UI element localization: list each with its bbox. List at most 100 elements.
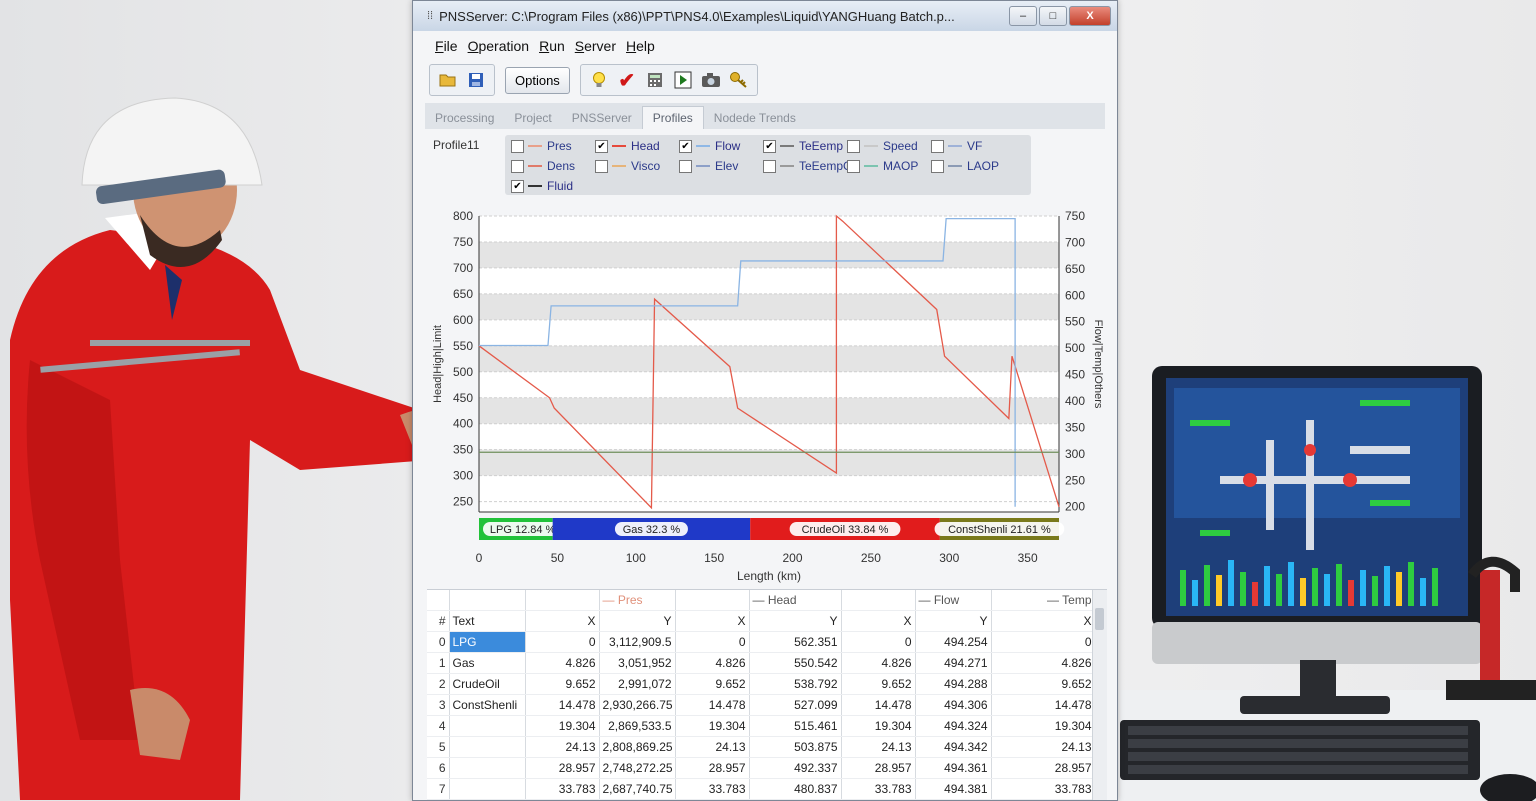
table-cell[interactable]: 7 — [427, 778, 450, 800]
table-cell[interactable]: 1 — [427, 652, 450, 674]
play-icon[interactable] — [672, 69, 694, 91]
legend-checkbox[interactable] — [595, 159, 608, 173]
legend-checkbox[interactable] — [847, 159, 860, 173]
table-cell[interactable]: 515.461 — [749, 715, 842, 737]
table-cell[interactable]: 3 — [427, 694, 450, 716]
tab-profiles[interactable]: Profiles — [641, 106, 704, 129]
legend-checkbox[interactable] — [679, 159, 692, 173]
table-cell[interactable]: 6 — [427, 757, 450, 779]
legend-item-speed[interactable]: Speed — [847, 139, 918, 153]
legend-item-head[interactable]: ✔ Head — [595, 139, 660, 153]
column-header[interactable]: X — [525, 610, 600, 632]
table-cell[interactable]: 480.837 — [749, 778, 842, 800]
legend-checkbox[interactable]: ✔ — [679, 139, 692, 153]
table-cell[interactable]: 19.304 — [675, 715, 750, 737]
table-cell[interactable]: 33.783 — [525, 778, 600, 800]
table-cell[interactable]: 4.826 — [841, 652, 916, 674]
table-cell[interactable]: 14.478 — [991, 694, 1096, 716]
table-cell[interactable]: 4 — [427, 715, 450, 737]
column-header[interactable]: X — [841, 610, 916, 632]
table-cell[interactable]: 5 — [427, 736, 450, 758]
menu-run[interactable]: Run — [539, 38, 565, 54]
tab-pnsserver[interactable]: PNSServer — [562, 107, 642, 129]
folder-open-icon[interactable] — [437, 69, 459, 91]
table-cell[interactable]: 494.342 — [915, 736, 992, 758]
table-row[interactable]: 3 ConstShenli 14.478 2,930,266.75 14.478 527.… — [427, 694, 1096, 716]
legend-item-pres[interactable]: Pres — [511, 139, 572, 153]
table-cell[interactable]: 19.304 — [525, 715, 600, 737]
table-cell[interactable]: 494.271 — [915, 652, 992, 674]
table-row[interactable]: 0 LPG 0 3,112,909.5 0 562.351 0 494.254 0 — [427, 631, 1096, 653]
legend-item-dens[interactable]: Dens — [511, 159, 575, 173]
table-cell[interactable]: 9.652 — [675, 673, 750, 695]
legend-item-teeemp[interactable]: ✔ TeEemp — [763, 139, 843, 153]
column-header[interactable]: # — [427, 610, 450, 632]
table-cell[interactable]: 14.478 — [675, 694, 750, 716]
legend-checkbox[interactable]: ✔ — [763, 139, 776, 153]
key-icon[interactable] — [728, 69, 750, 91]
table-cell[interactable]: 562.351 — [749, 631, 842, 653]
table-cell[interactable]: 4.826 — [991, 652, 1096, 674]
tab-nodede-trends[interactable]: Nodede Trends — [704, 107, 806, 129]
table-cell[interactable]: 9.652 — [525, 673, 600, 695]
column-header[interactable]: X — [991, 610, 1096, 632]
table-row[interactable]: 1 Gas 4.826 3,051,952 4.826 550.542 4.826 494.2… — [427, 652, 1096, 674]
column-header[interactable]: Text — [449, 610, 526, 632]
table-cell[interactable]: 33.783 — [841, 778, 916, 800]
scrollbar-thumb[interactable] — [1095, 608, 1104, 630]
table-cell[interactable]: 24.13 — [675, 736, 750, 758]
calculator-icon[interactable] — [644, 69, 666, 91]
row-text-cell[interactable] — [449, 778, 526, 800]
column-header[interactable]: Y — [749, 610, 842, 632]
table-cell[interactable]: 0 — [841, 631, 916, 653]
column-header[interactable]: Y — [599, 610, 676, 632]
row-text-cell[interactable]: Gas — [449, 652, 526, 674]
table-cell[interactable]: 4.826 — [675, 652, 750, 674]
table-cell[interactable]: 28.957 — [841, 757, 916, 779]
table-cell[interactable]: 24.13 — [841, 736, 916, 758]
table-cell[interactable]: 14.478 — [841, 694, 916, 716]
legend-checkbox[interactable]: ✔ — [511, 179, 524, 193]
table-cell[interactable]: 494.288 — [915, 673, 992, 695]
row-text-cell[interactable] — [449, 736, 526, 758]
menu-operation[interactable]: Operation — [468, 38, 529, 54]
table-cell[interactable]: 9.652 — [841, 673, 916, 695]
table-cell[interactable]: 494.324 — [915, 715, 992, 737]
row-text-cell[interactable]: LPG — [449, 631, 526, 653]
tab-processing[interactable]: Processing — [425, 107, 504, 129]
legend-item-laop[interactable]: LAOP — [931, 159, 999, 173]
column-header[interactable]: Y — [915, 610, 992, 632]
legend-item-fluid[interactable]: ✔ Fluid — [511, 179, 573, 193]
table-cell[interactable]: 9.652 — [991, 673, 1096, 695]
legend-checkbox[interactable] — [511, 159, 524, 173]
table-cell[interactable]: 24.13 — [525, 736, 600, 758]
table-cell[interactable]: 19.304 — [991, 715, 1096, 737]
legend-item-elev[interactable]: Elev — [679, 159, 738, 173]
title-bar[interactable]: ⁞⁞ PNSServer: C:\Program Files (x86)\PPT… — [413, 1, 1117, 31]
tab-project[interactable]: Project — [504, 107, 561, 129]
table-cell[interactable]: 3,112,909.5 — [599, 631, 676, 653]
table-cell[interactable]: 550.542 — [749, 652, 842, 674]
table-row[interactable]: 6 28.957 2,748,272.25 28.957 492.337 28.957 49… — [427, 757, 1096, 779]
profile-name[interactable]: Profile11 — [433, 138, 479, 152]
table-cell[interactable]: 2,930,266.75 — [599, 694, 676, 716]
table-cell[interactable]: 4.826 — [525, 652, 600, 674]
legend-checkbox[interactable] — [931, 159, 944, 173]
legend-checkbox[interactable]: ✔ — [595, 139, 608, 153]
column-header[interactable]: X — [675, 610, 750, 632]
row-text-cell[interactable] — [449, 757, 526, 779]
table-cell[interactable]: 2,808,869.25 — [599, 736, 676, 758]
table-cell[interactable]: 494.306 — [915, 694, 992, 716]
table-cell[interactable]: 28.957 — [991, 757, 1096, 779]
table-cell[interactable]: 2 — [427, 673, 450, 695]
table-cell[interactable]: 33.783 — [991, 778, 1096, 800]
table-cell[interactable]: 0 — [675, 631, 750, 653]
table-cell[interactable]: 494.254 — [915, 631, 992, 653]
legend-item-visco[interactable]: Visco — [595, 159, 660, 173]
table-cell[interactable]: 494.361 — [915, 757, 992, 779]
table-cell[interactable]: 538.792 — [749, 673, 842, 695]
row-text-cell[interactable]: ConstShenli — [449, 694, 526, 716]
table-row[interactable]: 7 33.783 2,687,740.75 33.783 480.837 33.783 49… — [427, 778, 1096, 800]
table-cell[interactable]: 24.13 — [991, 736, 1096, 758]
camera-icon[interactable] — [700, 69, 722, 91]
